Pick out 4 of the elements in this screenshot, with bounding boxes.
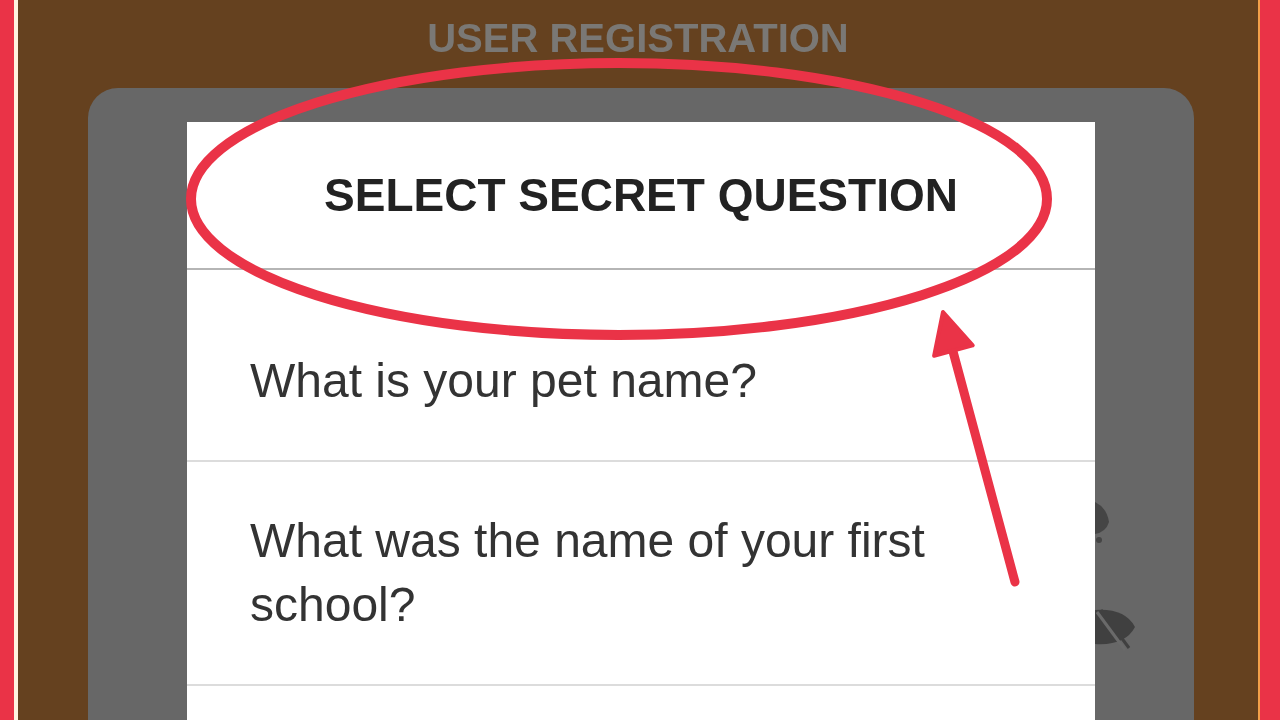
screen-title: USER REGISTRATION [427, 17, 849, 59]
question-option[interactable]: What was the name of your first school? [187, 462, 1095, 686]
dialog-title: SELECT SECRET QUESTION [324, 168, 958, 222]
eye-icon[interactable] [1095, 500, 1109, 544]
